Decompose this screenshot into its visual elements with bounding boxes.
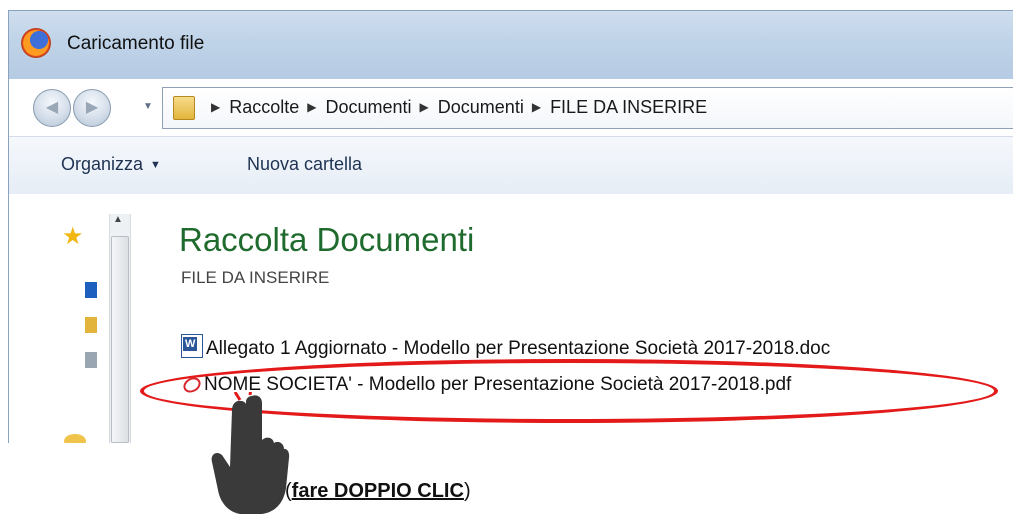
breadcrumb-item-documenti-2[interactable]: Documenti xyxy=(438,97,524,117)
folder-icon[interactable] xyxy=(85,317,97,333)
folder-icon xyxy=(173,96,195,120)
breadcrumb-item-raccolte[interactable]: Raccolte xyxy=(229,97,299,117)
scroll-thumb[interactable] xyxy=(111,236,129,443)
address-bar[interactable]: ▶ Raccolte ▶ Documenti ▶ Documenti ▶ FILE DA IN… xyxy=(162,87,1013,129)
back-button[interactable]: ◀ xyxy=(33,89,71,127)
network-icon[interactable] xyxy=(85,352,97,368)
double-click-instruction: fare DOPPIO CLIC xyxy=(291,480,464,502)
window-title: Caricamento file xyxy=(67,33,205,54)
chevron-down-icon: ▼ xyxy=(150,159,161,171)
recent-pages-dropdown-icon[interactable]: ▼ xyxy=(143,101,153,112)
caption-open-paren: ( xyxy=(285,480,292,502)
desktop-icon[interactable] xyxy=(85,282,97,298)
word-doc-icon xyxy=(181,334,203,358)
navigation-row: ◀ ▶ ▼ ▶ Raccolte ▶ Documenti ▶ Documenti ▶ FILE… xyxy=(9,83,1013,133)
pointing-hand-icon xyxy=(211,392,290,514)
new-folder-button[interactable]: Nuova cartella xyxy=(247,154,362,175)
file-name: Allegato 1 Aggiornato - Modello per Pres… xyxy=(206,338,831,359)
instruction-caption: (fare DOPPIO CLIC) xyxy=(285,480,471,503)
caption-close-paren: ) xyxy=(463,480,471,502)
forward-button[interactable]: ▶ xyxy=(73,89,111,127)
navigation-pane: ★ ▲ xyxy=(9,194,141,443)
breadcrumb-separator-icon: ▶ xyxy=(419,100,429,114)
navigation-scrollbar[interactable]: ▲ xyxy=(109,214,131,443)
breadcrumb-separator-icon: ▶ xyxy=(211,100,221,114)
library-icon[interactable] xyxy=(64,434,86,443)
organize-label: Organizza xyxy=(61,154,144,174)
title-bar: Caricamento file xyxy=(9,11,1013,79)
breadcrumb: ▶ Raccolte ▶ Documenti ▶ Documenti ▶ FILE DA IN… xyxy=(203,97,707,118)
forward-arrow-icon: ▶ xyxy=(85,99,99,116)
organize-menu-button[interactable]: Organizza ▼ xyxy=(61,154,161,175)
breadcrumb-item-file-da-inserire[interactable]: FILE DA INSERIRE xyxy=(550,97,707,117)
breadcrumb-separator-icon: ▶ xyxy=(307,100,317,114)
breadcrumb-separator-icon: ▶ xyxy=(531,100,542,114)
back-arrow-icon: ◀ xyxy=(45,99,59,116)
command-toolbar: Organizza ▼ Nuova cartella xyxy=(9,136,1013,195)
library-title: Raccolta Documenti xyxy=(179,221,475,258)
library-subtitle: FILE DA INSERIRE xyxy=(181,268,330,287)
favorites-star-icon[interactable]: ★ xyxy=(62,222,84,251)
breadcrumb-item-documenti[interactable]: Documenti xyxy=(326,97,412,117)
firefox-icon xyxy=(21,28,51,58)
scroll-up-icon[interactable]: ▲ xyxy=(113,214,123,225)
